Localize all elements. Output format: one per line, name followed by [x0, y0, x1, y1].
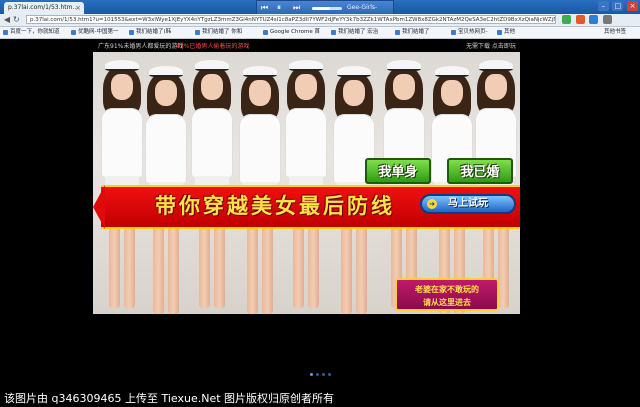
pager-dot[interactable]	[309, 373, 313, 376]
arrow-right-icon: ➜	[427, 199, 437, 209]
figure-face	[111, 74, 133, 100]
bookmark-item[interactable]: 宝贝热网页-	[450, 27, 494, 38]
bookmark-favicon-icon	[497, 30, 502, 35]
figure-hat	[149, 66, 183, 77]
address-bar: ◀ ↻ p.37lai.com/1/53.htm1?u=101553&ext=W…	[0, 14, 640, 27]
single-button[interactable]: 我单身	[365, 158, 431, 184]
figure-jacket	[101, 108, 143, 178]
bookmark-item[interactable]: 百度一下，你就知道	[2, 27, 68, 38]
left-arrow-icon	[93, 185, 105, 229]
bookmark-item[interactable]: 优酷网-中国第一	[70, 27, 126, 38]
bookmark-favicon-icon	[195, 30, 200, 35]
close-button[interactable]: ×	[627, 1, 638, 11]
extension-icon[interactable]	[575, 15, 585, 24]
banner-slogan: 带你穿越美女最后防线	[155, 193, 395, 218]
other-bookmarks-label: 其他书签	[604, 29, 627, 35]
pager-dot[interactable]	[327, 373, 331, 376]
figure-face	[441, 80, 463, 106]
bookmark-favicon-icon	[3, 30, 8, 35]
pager-dot[interactable]	[315, 373, 319, 376]
promo-link-left[interactable]: 广东91%未婚男人都爱玩的游戏	[98, 41, 183, 50]
pause-icon[interactable]: ⏸	[277, 2, 281, 14]
bookmark-favicon-icon	[129, 30, 134, 35]
figure-hat	[243, 66, 277, 77]
back-icon[interactable]: ◀	[2, 15, 12, 25]
bookmark-label: 其他	[504, 29, 516, 35]
extension-icon[interactable]	[562, 15, 571, 24]
bookmark-item[interactable]: 我们结婚了 宏治	[330, 27, 392, 38]
bookmark-label: 宝贝热网页-	[458, 29, 488, 35]
maximize-button[interactable]: □	[612, 1, 624, 11]
married-button[interactable]: 我已婚	[447, 158, 513, 184]
watermark-caption: 该图片由 q346309465 上传至 Tiexue.Net 图片版权归原创者所…	[0, 391, 640, 407]
figure-face	[155, 80, 177, 106]
window-controls: – □ ×	[597, 1, 638, 11]
browser-tab-bar: p.37lai.com/1/53.htm... × ⏮ ⏸ ⏭ Gee-Girl…	[0, 0, 640, 23]
figure-jacket	[191, 108, 233, 178]
bookmark-item[interactable]: 我们结婚了(韩	[128, 27, 192, 38]
page-top-links: 广东91%未婚男人都爱玩的游戏 43%已婚男人偷着玩的游戏 无需下载 点击即玩	[0, 39, 640, 51]
figure-face	[201, 74, 223, 100]
bookmark-label: 我们结婚了 宏治	[338, 29, 379, 35]
figure-hat	[289, 60, 323, 71]
minimize-button[interactable]: –	[597, 1, 609, 11]
bookmark-label: 我们结婚了	[402, 29, 430, 35]
tab-close-icon[interactable]: ×	[75, 2, 81, 14]
extension-icon[interactable]	[589, 15, 599, 24]
bookmark-item[interactable]: 其他	[496, 27, 520, 38]
bookmark-favicon-icon	[331, 30, 336, 35]
bookmark-favicon-icon	[395, 30, 400, 35]
volume-slider-fill	[312, 7, 330, 10]
figure-face	[343, 80, 365, 106]
bookmark-favicon-icon	[451, 30, 456, 35]
bookmark-label: 我们结婚了 你和	[202, 29, 243, 35]
figure-jacket	[145, 114, 187, 184]
toolbar-icons	[562, 15, 614, 26]
enter-here-button[interactable]: 老婆在家不敢玩的 请从这里进去	[395, 278, 499, 311]
play-now-button[interactable]: ➜ 马上试玩	[420, 194, 516, 214]
bookmark-item[interactable]: 我们结婚了	[394, 27, 448, 38]
bookmark-label: 优酷网-中国第一	[78, 29, 119, 35]
bookmark-label: 我们结婚了(韩	[136, 29, 172, 35]
bookmarks-bar: 百度一下，你就知道 优酷网-中国第一 我们结婚了(韩 我们结婚了 你和 Google C…	[0, 27, 640, 39]
figure-hat	[337, 66, 371, 77]
wrench-icon[interactable]	[602, 15, 612, 24]
pager-dots	[300, 369, 340, 376]
game-ad-banner[interactable]: 带你穿越美女最后防线 我单身 我已婚 ➜ 马上试玩 老婆在家不敢玩的 请从这里进…	[93, 52, 520, 314]
browser-tab[interactable]: p.37lai.com/1/53.htm... ×	[4, 2, 84, 14]
figure-face	[295, 74, 317, 100]
bookmark-favicon-icon	[71, 30, 76, 35]
figure-face	[485, 74, 507, 100]
tab-title: p.37lai.com/1/53.htm...	[8, 4, 79, 11]
figure-hat	[387, 60, 421, 71]
bookmark-item[interactable]: 我们结婚了 你和	[194, 27, 260, 38]
figure-jacket	[239, 114, 281, 184]
play-now-label: 马上试玩	[448, 198, 488, 209]
figure-hat	[435, 66, 469, 77]
url-input[interactable]: p.37lai.com/1/53.htm1?u=101553&ext=W3xlW…	[26, 15, 556, 24]
figure-face	[393, 74, 415, 100]
figure-hat	[479, 60, 513, 71]
bookmark-label: Google Chrome 首	[270, 29, 320, 35]
figure-face	[249, 80, 271, 106]
figure-hat	[195, 60, 229, 71]
top-right-links[interactable]: 无需下载 点击即玩	[466, 41, 516, 50]
next-track-icon[interactable]: ⏭	[293, 2, 300, 14]
figure-jacket	[285, 108, 327, 178]
promo-link-right[interactable]: 43%已婚男人偷着玩的游戏	[176, 41, 249, 50]
figure-hat	[105, 60, 139, 71]
bookmark-favicon-icon	[263, 30, 268, 35]
bookmark-item[interactable]: Google Chrome 首	[262, 27, 328, 38]
other-bookmarks-folder[interactable]: 其他书签	[596, 27, 638, 38]
bookmark-label: 百度一下，你就知道	[10, 29, 60, 35]
reload-icon[interactable]: ↻	[13, 15, 20, 25]
previous-track-icon[interactable]: ⏮	[261, 2, 268, 14]
pager-dot[interactable]	[321, 373, 325, 376]
volume-slider[interactable]	[312, 7, 342, 10]
